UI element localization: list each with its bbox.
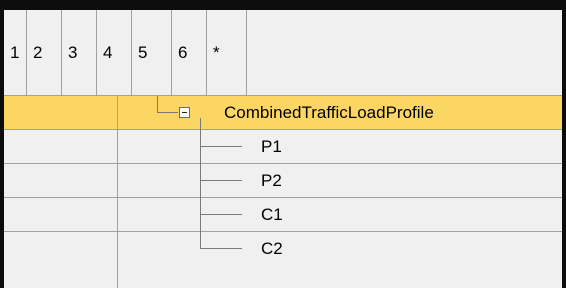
level-tab-header: 1 2 3 4 5 6 * bbox=[4, 10, 562, 96]
level-tab-4[interactable]: 4 bbox=[97, 10, 132, 95]
tree-connector bbox=[200, 130, 201, 164]
tree-row-root[interactable]: CombinedTrafficLoadProfile bbox=[4, 96, 562, 130]
tree-connector bbox=[200, 164, 201, 198]
tree-row[interactable]: C2 bbox=[4, 232, 562, 288]
tree-connector bbox=[200, 198, 201, 232]
tree-connector bbox=[200, 248, 242, 249]
tree-connector bbox=[200, 118, 201, 130]
tree-node-label: P1 bbox=[261, 136, 282, 156]
level-tab-label: 3 bbox=[68, 42, 78, 62]
tree-node-label: C2 bbox=[261, 238, 283, 258]
level-tab-6[interactable]: 6 bbox=[172, 10, 207, 95]
tree-row[interactable]: P2 bbox=[4, 164, 562, 198]
tree-node-label: CombinedTrafficLoadProfile bbox=[224, 102, 434, 122]
level-tab-label: 5 bbox=[138, 42, 148, 62]
tree-connector bbox=[200, 232, 201, 249]
level-tab-label: 2 bbox=[33, 42, 43, 62]
level-tab-3[interactable]: 3 bbox=[62, 10, 97, 95]
grid-line bbox=[117, 198, 118, 232]
tree-connector bbox=[157, 112, 178, 113]
level-tab-label: * bbox=[213, 42, 220, 62]
level-tab-1[interactable]: 1 bbox=[4, 10, 27, 95]
grid-line bbox=[117, 164, 118, 198]
tree-connector bbox=[157, 96, 158, 113]
tree-node-label: C1 bbox=[261, 204, 283, 224]
grid-line bbox=[117, 96, 118, 130]
tree-row[interactable]: P1 bbox=[4, 130, 562, 164]
tree-connector bbox=[200, 214, 242, 215]
level-tab-label: 6 bbox=[178, 42, 188, 62]
tree-connector bbox=[200, 180, 242, 181]
collapse-toggle-icon[interactable] bbox=[179, 107, 190, 118]
tree-row[interactable]: C1 bbox=[4, 198, 562, 232]
level-tab-5[interactable]: 5 bbox=[132, 10, 172, 95]
level-tab-all[interactable]: * bbox=[207, 10, 247, 95]
level-tab-label: 4 bbox=[103, 42, 113, 62]
tree-node-label: P2 bbox=[261, 170, 282, 190]
grid-line bbox=[117, 232, 118, 288]
tree-connector bbox=[200, 146, 242, 147]
level-tab-2[interactable]: 2 bbox=[27, 10, 62, 95]
level-tab-label: 1 bbox=[10, 42, 20, 62]
grid-line bbox=[117, 130, 118, 164]
